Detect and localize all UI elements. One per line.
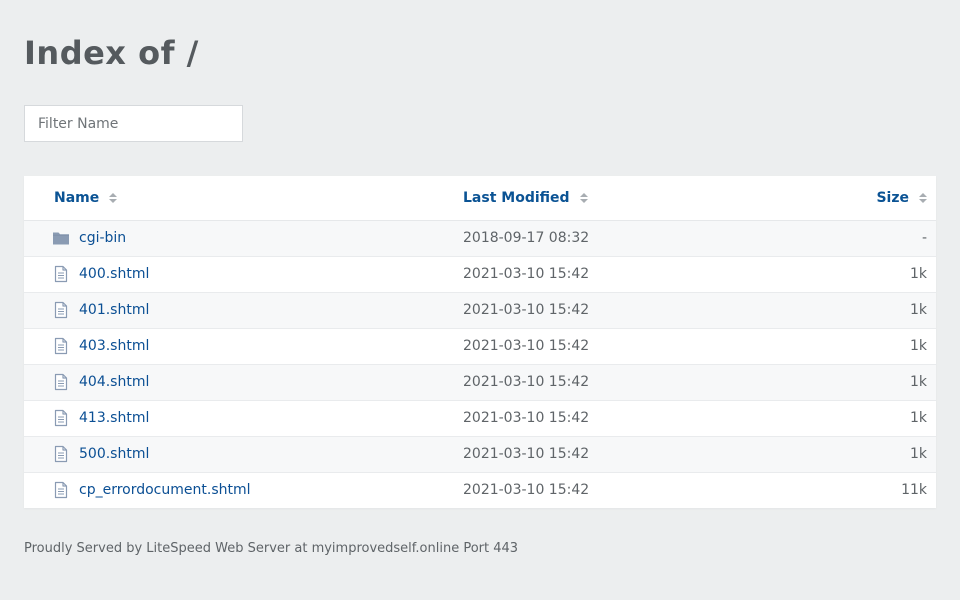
cell-name: 404.shtml xyxy=(24,364,454,400)
column-header-name[interactable]: Name xyxy=(24,176,454,220)
table-row: 404.shtml 2021-03-10 15:42 1k xyxy=(24,364,936,400)
cell-last-modified: 2021-03-10 15:42 xyxy=(463,374,590,390)
cell-last-modified: 2021-03-10 15:42 xyxy=(463,482,590,499)
file-icon xyxy=(52,337,70,355)
folder-icon xyxy=(52,229,70,247)
cell-last-modified: 2021-03-10 15:42 xyxy=(463,338,590,354)
folder-link[interactable]: cgi-bin xyxy=(79,230,126,246)
cell-last-modified: 2021-03-10 15:42 xyxy=(463,266,590,282)
table-row: cp_errordocument.shtml 2021-03-10 15:42 11… xyxy=(24,472,936,508)
cell-size: 1k xyxy=(909,374,927,390)
table-header-row: Name Last Modified Size xyxy=(24,176,936,220)
cell-size: - xyxy=(921,230,927,246)
table-row: 400.shtml 2021-03-10 15:42 1k xyxy=(24,256,936,292)
file-link[interactable]: 401.shtml xyxy=(79,302,149,318)
file-link[interactable]: 500.shtml xyxy=(79,446,149,462)
cell-last-modified: 2018-09-17 08:32 xyxy=(463,230,590,246)
cell-name: 400.shtml xyxy=(24,256,454,292)
file-link[interactable]: cp_errordocument.shtml xyxy=(79,482,251,498)
table-row: 500.shtml 2021-03-10 15:42 1k xyxy=(24,436,936,472)
sort-icon[interactable] xyxy=(919,192,927,204)
table-row: 413.shtml 2021-03-10 15:42 1k xyxy=(24,400,936,436)
column-header-size-label[interactable]: Size xyxy=(876,190,909,206)
file-link[interactable]: 413.shtml xyxy=(79,410,149,426)
sort-icon[interactable] xyxy=(579,192,588,204)
table-row: 401.shtml 2021-03-10 15:42 1k xyxy=(24,292,936,328)
file-icon xyxy=(52,265,70,283)
file-link[interactable]: 403.shtml xyxy=(79,338,149,354)
table-row: cgi-bin 2018-09-17 08:32 - xyxy=(24,220,936,256)
cell-size: 1k xyxy=(909,410,927,426)
file-table: Name Last Modified Size cgi-bin 2018-09-1… xyxy=(24,176,936,508)
cell-size: 1k xyxy=(909,302,927,318)
cell-name: 413.shtml xyxy=(24,400,454,436)
file-icon xyxy=(52,301,70,319)
column-header-name-label[interactable]: Name xyxy=(54,190,99,206)
cell-name: cp_errordocument.shtml xyxy=(24,472,454,508)
file-icon xyxy=(52,409,70,427)
file-listing: Name Last Modified Size cgi-bin 2018-09-1… xyxy=(24,176,936,508)
sort-icon[interactable] xyxy=(109,192,118,204)
column-header-last-modified-label[interactable]: Last Modified xyxy=(463,190,570,206)
filter-name-input[interactable] xyxy=(24,105,243,142)
table-row: 403.shtml 2021-03-10 15:42 1k xyxy=(24,328,936,364)
server-footer: Proudly Served by LiteSpeed Web Server a… xyxy=(24,541,519,556)
cell-last-modified: 2021-03-10 15:42 xyxy=(463,410,590,426)
column-header-size[interactable]: Size xyxy=(723,176,936,220)
cell-last-modified: 2021-03-10 15:42 xyxy=(463,302,590,318)
file-link[interactable]: 400.shtml xyxy=(79,266,149,282)
page-title: Index of / xyxy=(24,34,199,72)
cell-size: 1k xyxy=(909,338,927,354)
cell-size: 1k xyxy=(909,446,927,462)
cell-size: 11k xyxy=(901,482,927,499)
cell-last-modified: 2021-03-10 15:42 xyxy=(463,446,590,462)
file-icon xyxy=(52,481,70,499)
column-header-last-modified[interactable]: Last Modified xyxy=(454,176,723,220)
file-icon xyxy=(52,445,70,463)
cell-size: 1k xyxy=(909,266,927,282)
cell-name: cgi-bin xyxy=(24,220,454,256)
cell-name: 401.shtml xyxy=(24,292,454,328)
file-icon xyxy=(52,373,70,391)
cell-name: 403.shtml xyxy=(24,328,454,364)
cell-name: 500.shtml xyxy=(24,436,454,472)
file-link[interactable]: 404.shtml xyxy=(79,374,149,390)
